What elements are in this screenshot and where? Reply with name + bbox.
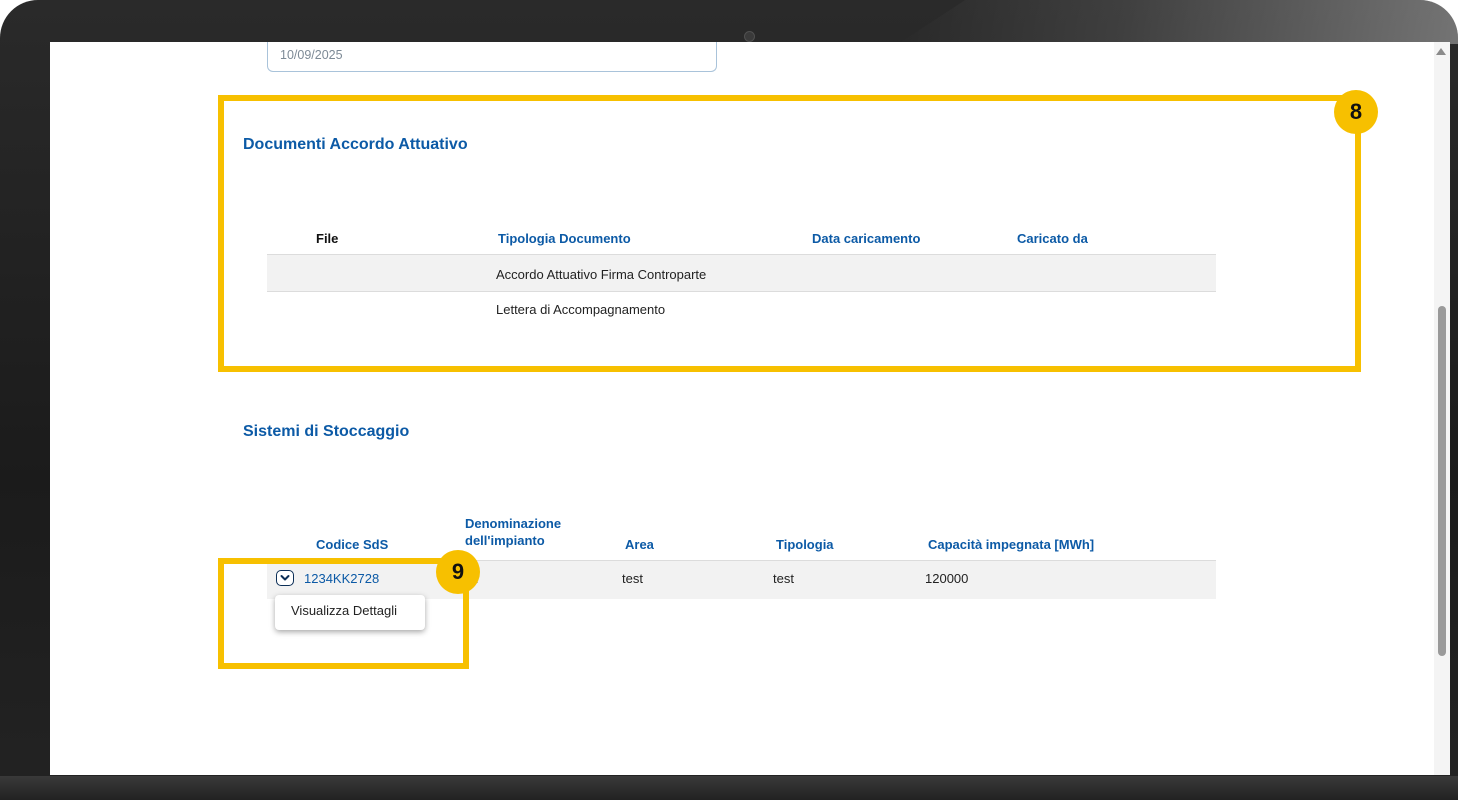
scrollbar-thumb[interactable] <box>1438 306 1446 656</box>
vertical-scrollbar[interactable] <box>1434 42 1450 775</box>
highlight-box-documents <box>218 95 1361 372</box>
type-cell: test <box>773 571 794 586</box>
highlight-box-row-menu <box>218 558 469 669</box>
col-type[interactable]: Tipologia <box>776 536 834 553</box>
screen: 10/09/2025 Documenti Accordo Attuativo F… <box>50 42 1450 775</box>
step-badge-9: 9 <box>436 550 480 594</box>
capacity-cell: 120000 <box>925 571 969 586</box>
col-plant-name-line2: dell'impianto <box>465 533 545 548</box>
webcam <box>744 31 755 42</box>
col-sds-code[interactable]: Codice SdS <box>316 536 388 553</box>
date-field[interactable]: 10/09/2025 <box>267 42 717 72</box>
bezel-reflection <box>898 0 1458 44</box>
col-area[interactable]: Area <box>625 536 654 553</box>
area-cell: test <box>622 571 643 586</box>
arrow-up-icon[interactable] <box>1436 48 1446 55</box>
laptop-bottom-edge <box>0 776 1458 800</box>
col-plant-name[interactable]: Denominazione dell'impianto <box>465 515 561 549</box>
storage-section-title: Sistemi di Stoccaggio <box>243 423 410 440</box>
col-plant-name-line1: Denominazione <box>465 516 562 531</box>
step-badge-8: 8 <box>1334 90 1378 134</box>
col-capacity[interactable]: Capacità impegnata [MWh] <box>928 536 1094 553</box>
